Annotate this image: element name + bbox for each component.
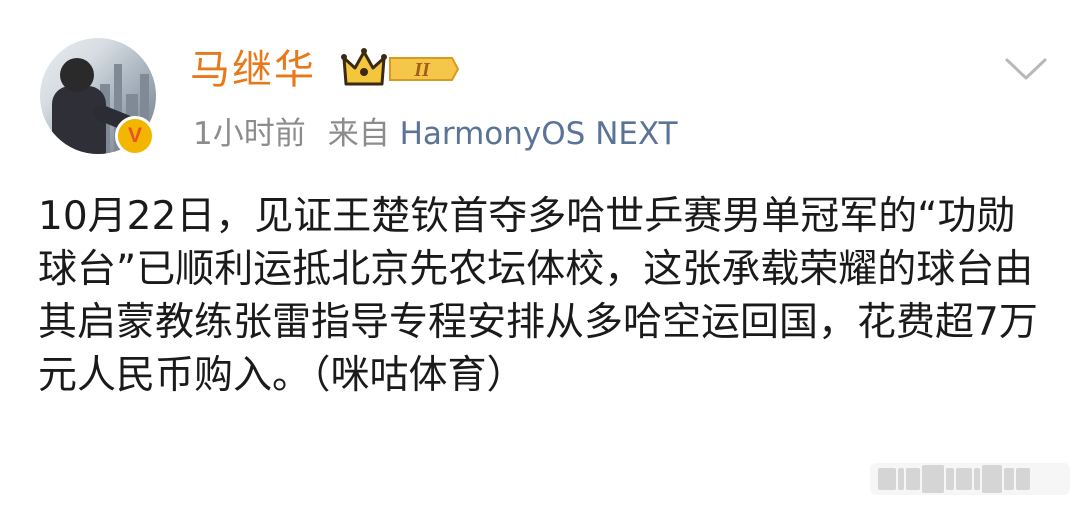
crown-icon[interactable]: II [340,46,460,92]
verified-v-icon: V [115,116,155,156]
watermark-logo [870,463,1070,495]
avatar-person-head [60,58,94,92]
post-meta: 1小时前 来自 HarmonyOS NEXT [193,114,678,154]
post-time: 1小时前 [193,116,306,152]
author-name[interactable]: 马继华 [190,46,316,94]
source-prefix: 来自 [327,116,390,152]
level-badge-text: II [413,59,431,81]
chevron-down-icon[interactable] [1004,56,1048,82]
source-link[interactable]: HarmonyOS NEXT [400,116,678,152]
post-text: 10月22日，见证王楚钦首夺多哈世乒赛男单冠军的“功勋球台”已顺利运抵北京先农坛… [38,194,1038,398]
